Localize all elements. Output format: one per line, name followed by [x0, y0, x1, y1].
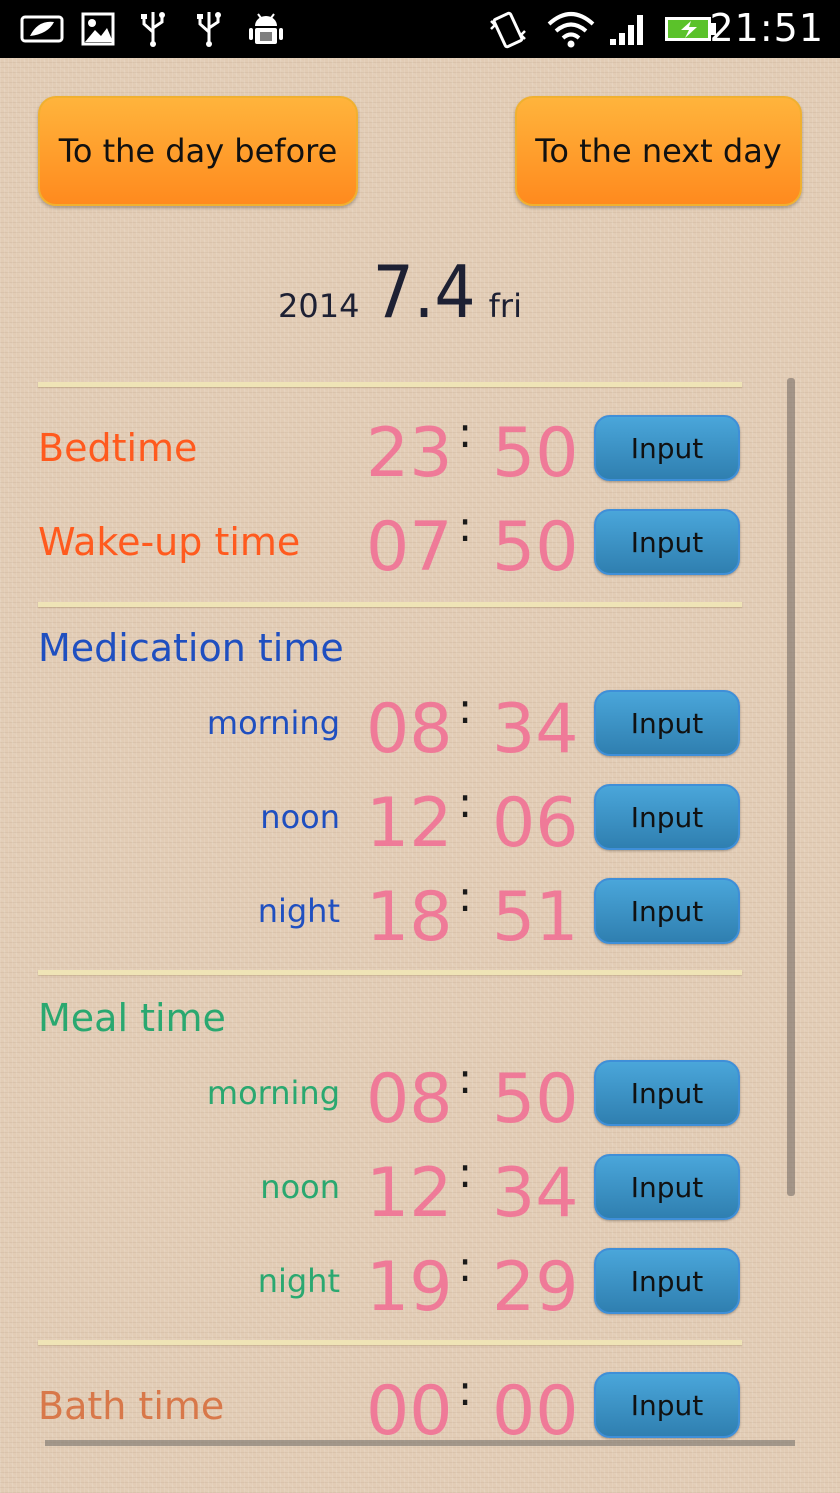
image-icon: [80, 10, 116, 48]
wakeup-label: Wake-up time: [38, 520, 301, 564]
time-separator: :: [458, 1366, 473, 1415]
date-display: 2014 7.4 fri: [0, 250, 800, 334]
next-day-button[interactable]: To the next day: [515, 96, 802, 206]
notification-leaf-icon: [18, 10, 66, 48]
medication-night-label: night: [257, 892, 340, 930]
date-weekday: fri: [488, 287, 522, 325]
meal-morning-input-button[interactable]: Input: [594, 1060, 740, 1126]
meal-title: Meal time: [38, 996, 226, 1040]
medication-morning-input-button[interactable]: Input: [594, 690, 740, 756]
bedtime-time: 23 : 50: [362, 408, 579, 494]
meal-morning-minute: 50: [492, 1060, 579, 1139]
medication-night-input-button[interactable]: Input: [594, 878, 740, 944]
medication-title: Medication time: [38, 626, 344, 670]
medication-noon-label: noon: [260, 798, 340, 836]
divider: [38, 970, 742, 975]
medication-noon-hour: 12: [366, 784, 453, 863]
bedtime-label: Bedtime: [38, 426, 198, 470]
medication-noon-minute: 06: [492, 784, 579, 863]
vertical-scrollbar[interactable]: [787, 378, 795, 1196]
bedtime-hour: 23: [366, 414, 453, 493]
meal-night-minute: 29: [492, 1248, 579, 1327]
wifi-icon: [544, 10, 598, 48]
time-separator: :: [458, 684, 473, 733]
meal-morning-time: 08 : 50: [362, 1054, 579, 1140]
medication-noon-input-button[interactable]: Input: [594, 784, 740, 850]
meal-night-hour: 19: [366, 1248, 453, 1327]
time-separator: :: [458, 1054, 473, 1103]
signal-icon: [606, 10, 650, 48]
wakeup-input-button[interactable]: Input: [594, 509, 740, 575]
medication-morning-hour: 08: [366, 690, 453, 769]
time-separator: :: [458, 502, 473, 551]
medication-morning-time: 08 : 34: [362, 684, 579, 770]
previous-day-button[interactable]: To the day before: [38, 96, 358, 206]
meal-noon-hour: 12: [366, 1154, 453, 1233]
meal-night-label: night: [257, 1262, 340, 1300]
time-separator: :: [458, 872, 473, 921]
bedtime-minute: 50: [492, 414, 579, 493]
meal-night-time: 19 : 29: [362, 1242, 579, 1328]
meal-night-input-button[interactable]: Input: [594, 1248, 740, 1314]
bath-label: Bath time: [38, 1384, 225, 1428]
divider: [38, 1340, 742, 1345]
wakeup-time: 07 : 50: [362, 502, 579, 588]
vibrate-icon: [486, 10, 530, 49]
horizontal-scrollbar: [45, 1440, 795, 1446]
medication-noon-time: 12 : 06: [362, 778, 579, 864]
meal-noon-time: 12 : 34: [362, 1148, 579, 1234]
medication-night-time: 18 : 51: [362, 872, 579, 958]
meal-morning-hour: 08: [366, 1060, 453, 1139]
wakeup-minute: 50: [492, 508, 579, 587]
usb-icon: [136, 10, 170, 48]
medication-morning-minute: 34: [492, 690, 579, 769]
time-separator: :: [458, 778, 473, 827]
bath-input-button[interactable]: Input: [594, 1372, 740, 1438]
usb-icon: [192, 10, 226, 48]
meal-morning-label: morning: [206, 1074, 340, 1112]
medication-morning-label: morning: [206, 704, 340, 742]
divider: [38, 382, 742, 387]
wakeup-hour: 07: [366, 508, 453, 587]
meal-noon-input-button[interactable]: Input: [594, 1154, 740, 1220]
meal-noon-label: noon: [260, 1168, 340, 1206]
bedtime-input-button[interactable]: Input: [594, 415, 740, 481]
status-bar: 21:51: [0, 0, 840, 58]
time-separator: :: [458, 1242, 473, 1291]
clock-time: 21:51: [709, 6, 824, 50]
time-separator: :: [458, 1148, 473, 1197]
android-debug-icon: [246, 10, 286, 48]
divider: [38, 602, 742, 607]
medication-night-hour: 18: [366, 878, 453, 957]
date-day: 7.4: [372, 250, 476, 334]
medication-night-minute: 51: [492, 878, 579, 957]
date-year: 2014: [278, 287, 360, 325]
meal-noon-minute: 34: [492, 1154, 579, 1233]
time-separator: :: [458, 408, 473, 457]
